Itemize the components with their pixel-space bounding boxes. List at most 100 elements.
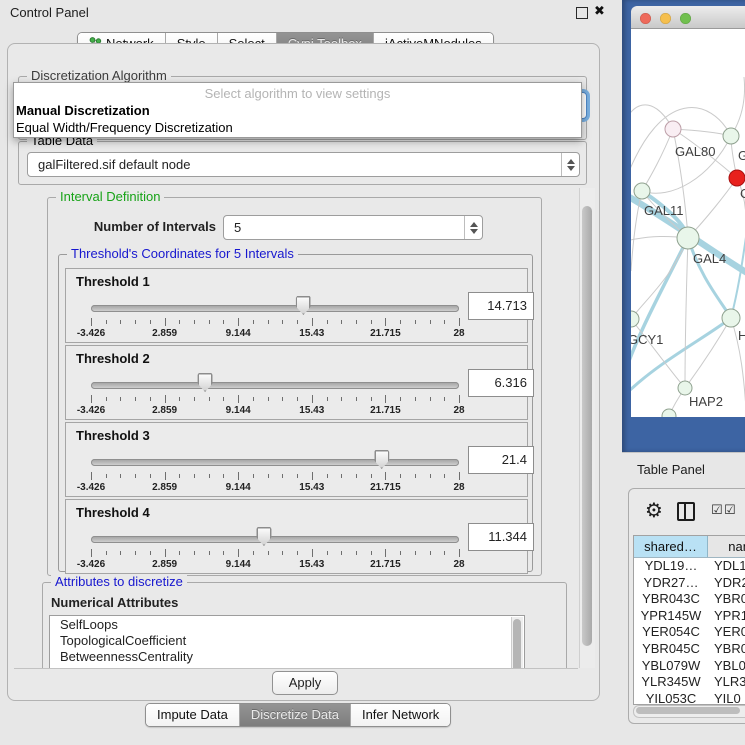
apply-button[interactable]: Apply — [272, 671, 338, 695]
settings-gear-icon[interactable]: ⚙ — [645, 498, 663, 523]
network-window-titlebar[interactable] — [631, 6, 745, 29]
network-node[interactable] — [662, 409, 676, 417]
cell-shared-name[interactable]: YBR045C — [634, 641, 708, 658]
select-all-checkbox-icon[interactable]: ☑ — [724, 502, 736, 518]
tab-discretize-data[interactable]: Discretize Data — [239, 704, 350, 726]
cell-name[interactable]: YBL0 — [708, 658, 745, 675]
column-header-name[interactable]: name — [708, 536, 745, 557]
table-row[interactable]: YPR145WYPR1 — [634, 608, 745, 625]
network-node[interactable] — [634, 183, 650, 199]
threshold-slider[interactable]: -3.4262.8599.14415.4321.71528 — [91, 449, 459, 493]
cell-shared-name[interactable]: YLR345W — [634, 674, 708, 691]
select-all-checkbox-icon[interactable]: ☑ — [711, 502, 723, 518]
network-edge-highlighted[interactable] — [731, 237, 745, 318]
split-columns-icon[interactable] — [677, 502, 695, 521]
screenshot-stage: Control Panel ✖ Network Style Select Cyn… — [0, 0, 745, 745]
cell-name[interactable]: YER0 — [708, 624, 745, 641]
tick-label: -3.426 — [77, 328, 105, 339]
network-node[interactable] — [665, 121, 681, 137]
cell-shared-name[interactable]: YER054C — [634, 624, 708, 641]
slider-thumb-icon[interactable] — [374, 450, 389, 469]
minimize-traffic-light-icon[interactable] — [660, 13, 671, 24]
settings-vertical-scrollbar[interactable] — [579, 188, 595, 668]
network-window: GAL80GCGAL11GAL4GCY1HHAP2 — [631, 6, 745, 417]
table-row[interactable]: YDR27…YDR2 — [634, 575, 745, 592]
network-edge[interactable] — [688, 178, 737, 238]
network-edge[interactable] — [685, 238, 688, 388]
table-row[interactable]: YDL19…YDL1 — [634, 558, 745, 575]
table-row[interactable]: YER054CYER0 — [634, 624, 745, 641]
table-row[interactable]: YBL079WYBL0 — [634, 658, 745, 675]
network-node[interactable] — [723, 128, 739, 144]
table-hscrollbar-thumb[interactable] — [636, 707, 740, 714]
threshold-slider[interactable]: -3.4262.8599.14415.4321.71528 — [91, 295, 459, 339]
algorithm-hint-option[interactable]: Select algorithm to view settings — [14, 83, 581, 102]
cell-name[interactable]: YBR0 — [708, 591, 745, 608]
tab-infer-network[interactable]: Infer Network — [350, 704, 450, 726]
network-edge-highlighted[interactable] — [631, 318, 731, 391]
network-edge[interactable] — [731, 77, 745, 136]
cell-name[interactable]: YDR2 — [708, 575, 745, 592]
threshold-value-field[interactable]: 11.344 — [468, 523, 534, 551]
tick-label: 28 — [453, 559, 464, 570]
number-of-intervals-combobox[interactable]: 5 — [223, 215, 483, 240]
combobox-stepper-icon[interactable] — [561, 153, 579, 176]
threshold-slider[interactable]: -3.4262.8599.14415.4321.71528 — [91, 526, 459, 570]
numerical-attributes-list[interactable]: SelfLoopsTopologicalCoefficientBetweenne… — [49, 615, 525, 669]
network-node[interactable] — [677, 227, 699, 249]
table-row[interactable]: YLR345WYLR3 — [634, 674, 745, 691]
table-data-combobox[interactable]: galFiltered.sif default node — [27, 152, 580, 177]
cell-name[interactable]: YDL1 — [708, 558, 745, 575]
slider-thumb-icon[interactable] — [296, 296, 311, 315]
attributes-scrollbar-thumb[interactable] — [513, 619, 521, 669]
attribute-list-item[interactable]: SelfLoops — [50, 616, 524, 632]
algorithm-option-manual[interactable]: Manual Discretization — [14, 102, 581, 119]
table-horizontal-scrollbar[interactable] — [633, 705, 745, 718]
cell-shared-name[interactable]: YDR27… — [634, 575, 708, 592]
threshold-slider[interactable]: -3.4262.8599.14415.4321.71528 — [91, 372, 459, 416]
threshold-value-field[interactable]: 14.713 — [468, 292, 534, 320]
algorithm-option-equal-width[interactable]: Equal Width/Frequency Discretization — [14, 119, 581, 136]
network-node[interactable] — [678, 381, 692, 395]
table-row[interactable]: YBR045CYBR0 — [634, 641, 745, 658]
slider-track[interactable] — [91, 382, 459, 389]
network-edge[interactable] — [631, 238, 688, 319]
attributes-list-scrollbar[interactable] — [511, 617, 523, 669]
table-panel: ⚙ ☑ ☑ shared… name YDL19…YDL1YDR27…YDR2Y… — [628, 488, 745, 724]
cell-name[interactable]: YLR3 — [708, 674, 745, 691]
cell-shared-name[interactable]: YBL079W — [634, 658, 708, 675]
cell-shared-name[interactable]: YDL19… — [634, 558, 708, 575]
attributes-group-title: Attributes to discretize — [51, 575, 187, 589]
column-header-shared-name[interactable]: shared… — [634, 536, 708, 557]
settings-scrollbar-thumb[interactable] — [582, 206, 592, 646]
close-traffic-light-icon[interactable] — [640, 13, 651, 24]
zoom-traffic-light-icon[interactable] — [680, 13, 691, 24]
slider-track[interactable] — [91, 536, 459, 543]
attribute-list-item[interactable]: BetweennessCentrality — [50, 648, 524, 664]
cell-shared-name[interactable]: YPR145W — [634, 608, 708, 625]
float-window-icon[interactable] — [576, 7, 588, 19]
threshold-value-field[interactable]: 21.4 — [468, 446, 534, 474]
slider-thumb-icon[interactable] — [198, 373, 213, 392]
cell-name[interactable]: YBR0 — [708, 641, 745, 658]
close-icon[interactable]: ✖ — [594, 3, 605, 19]
network-edge[interactable] — [685, 318, 731, 388]
network-node[interactable] — [729, 170, 745, 186]
network-node[interactable] — [722, 309, 740, 327]
attribute-rows: SelfLoopsTopologicalCoefficientBetweenne… — [50, 616, 524, 664]
slider-track[interactable] — [91, 459, 459, 466]
slider-thumb-icon[interactable] — [256, 527, 271, 546]
network-node[interactable] — [631, 311, 639, 327]
threshold-value-field[interactable]: 6.316 — [468, 369, 534, 397]
tick-label: 9.144 — [226, 482, 251, 493]
attribute-list-item[interactable]: TopologicalCoefficient — [50, 632, 524, 648]
slider-track[interactable] — [91, 305, 459, 312]
cell-shared-name[interactable]: YBR043C — [634, 591, 708, 608]
network-node-label: GAL80 — [675, 144, 715, 159]
table-row[interactable]: YBR043CYBR0 — [634, 591, 745, 608]
combobox-stepper-icon[interactable] — [464, 216, 482, 239]
network-canvas[interactable]: GAL80GCGAL11GAL4GCY1HHAP2 — [631, 29, 745, 417]
threshold-panel: Threshold 1 -3.4262.8599.14415.4321.7152… — [65, 268, 528, 343]
cell-name[interactable]: YPR1 — [708, 608, 745, 625]
tab-impute-data[interactable]: Impute Data — [146, 704, 239, 726]
